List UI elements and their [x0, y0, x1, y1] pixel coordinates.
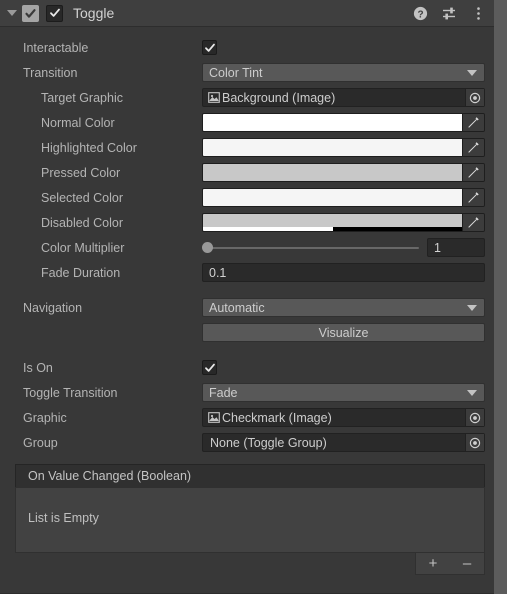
label-target-graphic: Target Graphic: [41, 90, 123, 105]
toggle-transition-value: Fade: [209, 385, 238, 400]
highlighted-color-swatch: [203, 139, 462, 156]
is-on-checkbox[interactable]: [202, 360, 217, 375]
row-is-on: Is On: [0, 355, 494, 380]
label-interactable: Interactable: [23, 40, 89, 55]
slider-handle[interactable]: [202, 242, 213, 253]
graphic-value: Checkmark (Image): [222, 410, 332, 425]
navigation-value: Automatic: [209, 300, 265, 315]
image-asset-icon: [207, 91, 221, 105]
disabled-color-alpha-fill: [203, 227, 333, 231]
group-object-field[interactable]: None (Toggle Group): [202, 433, 485, 452]
target-graphic-object-field[interactable]: Background (Image): [202, 88, 485, 107]
inspector-panel: Toggle ? Interactable Transition Color T…: [0, 0, 507, 594]
label-selected-color: Selected Color: [41, 190, 123, 205]
highlighted-color-field[interactable]: [202, 138, 485, 157]
row-navigation: Navigation Automatic: [0, 295, 494, 320]
row-highlighted-color: Highlighted Color: [0, 135, 494, 160]
color-multiplier-input[interactable]: 1: [427, 238, 485, 257]
remove-event-button[interactable]: –: [450, 553, 484, 574]
row-graphic: Graphic Checkmark (Image): [0, 405, 494, 430]
disabled-color-alpha-bar: [203, 227, 462, 231]
event-add-remove-group: + –: [415, 553, 485, 575]
label-is-on: Is On: [23, 360, 53, 375]
checkmark-icon: [204, 43, 215, 52]
pressed-color-swatch: [203, 164, 462, 181]
label-group: Group: [23, 435, 58, 450]
chevron-down-icon: [467, 304, 477, 311]
checkmark-icon: [204, 363, 215, 372]
label-navigation: Navigation: [23, 300, 83, 315]
chevron-down-icon: [467, 69, 477, 76]
pressed-color-field[interactable]: [202, 163, 485, 182]
selected-color-eyedropper-icon[interactable]: [462, 189, 484, 206]
label-transition: Transition: [23, 65, 78, 80]
graphic-object-field[interactable]: Checkmark (Image): [202, 408, 485, 427]
group-object-picker-icon[interactable]: [465, 434, 484, 451]
label-color-multiplier: Color Multiplier: [41, 240, 125, 255]
transition-dropdown[interactable]: Color Tint: [202, 63, 485, 82]
visualize-button[interactable]: Visualize: [202, 323, 485, 342]
toggle-transition-dropdown[interactable]: Fade: [202, 383, 485, 402]
label-highlighted-color: Highlighted Color: [41, 140, 137, 155]
row-pressed-color: Pressed Color: [0, 160, 494, 185]
slider-track: [205, 246, 419, 249]
row-color-multiplier: Color Multiplier 1: [0, 235, 494, 260]
label-pressed-color: Pressed Color: [41, 165, 121, 180]
row-transition: Transition Color Tint: [0, 60, 494, 85]
navigation-dropdown[interactable]: Automatic: [202, 298, 485, 317]
foldout-triangle-down-icon[interactable]: [4, 5, 20, 21]
graphic-object-picker-icon[interactable]: [465, 409, 484, 426]
image-asset-icon: [207, 411, 221, 425]
event-list-empty-text: List is Empty: [28, 511, 99, 525]
disabled-color-eyedropper-icon[interactable]: [462, 214, 484, 231]
vertical-scrollbar-track[interactable]: [494, 0, 507, 594]
row-toggle-transition: Toggle Transition Fade: [0, 380, 494, 405]
preset-icon[interactable]: [441, 5, 457, 21]
transition-value: Color Tint: [209, 65, 263, 80]
row-group: Group None (Toggle Group): [0, 430, 494, 455]
toggle-component-icon: [22, 4, 39, 22]
label-toggle-transition: Toggle Transition: [23, 385, 118, 400]
on-value-changed-event-list: On Value Changed (Boolean) List is Empty…: [15, 464, 485, 576]
chevron-down-icon: [467, 389, 477, 396]
component-enabled-checkbox[interactable]: [46, 4, 63, 22]
highlighted-color-eyedropper-icon[interactable]: [462, 139, 484, 156]
inspector-content: Toggle ? Interactable Transition Color T…: [0, 0, 494, 594]
normal-color-swatch: [203, 114, 462, 131]
row-interactable: Interactable: [0, 35, 494, 60]
row-visualize: Visualize: [0, 320, 494, 345]
normal-color-field[interactable]: [202, 113, 485, 132]
label-disabled-color: Disabled Color: [41, 215, 123, 230]
row-disabled-color: Disabled Color: [0, 210, 494, 235]
help-icon[interactable]: ?: [412, 5, 428, 21]
label-fade-duration: Fade Duration: [41, 265, 121, 280]
selected-color-field[interactable]: [202, 188, 485, 207]
vertical-scrollbar-thumb[interactable]: [494, 0, 507, 594]
label-normal-color: Normal Color: [41, 115, 115, 130]
svg-text:?: ?: [417, 9, 423, 20]
kebab-menu-icon[interactable]: [470, 5, 486, 21]
event-list-header: On Value Changed (Boolean): [15, 464, 485, 487]
color-multiplier-slider[interactable]: [202, 238, 422, 257]
normal-color-eyedropper-icon[interactable]: [462, 114, 484, 131]
row-selected-color: Selected Color: [0, 185, 494, 210]
row-normal-color: Normal Color: [0, 110, 494, 135]
disabled-color-field[interactable]: [202, 213, 485, 232]
target-graphic-object-picker-icon[interactable]: [465, 89, 484, 106]
header-icon-group: ?: [412, 0, 486, 26]
interactable-checkbox[interactable]: [202, 40, 217, 55]
selected-color-swatch: [203, 189, 462, 206]
fade-duration-input[interactable]: 0.1: [202, 263, 485, 282]
target-graphic-value: Background (Image): [222, 90, 336, 105]
add-event-button[interactable]: +: [416, 553, 450, 574]
component-title: Toggle: [73, 5, 115, 21]
event-list-body[interactable]: List is Empty: [15, 487, 485, 553]
checkmark-icon: [49, 8, 60, 17]
pressed-color-eyedropper-icon[interactable]: [462, 164, 484, 181]
group-value: None (Toggle Group): [210, 435, 327, 450]
component-header[interactable]: Toggle ?: [0, 0, 494, 27]
label-graphic: Graphic: [23, 410, 67, 425]
row-target-graphic: Target Graphic Background (Image): [0, 85, 494, 110]
row-fade-duration: Fade Duration 0.1: [0, 260, 494, 285]
